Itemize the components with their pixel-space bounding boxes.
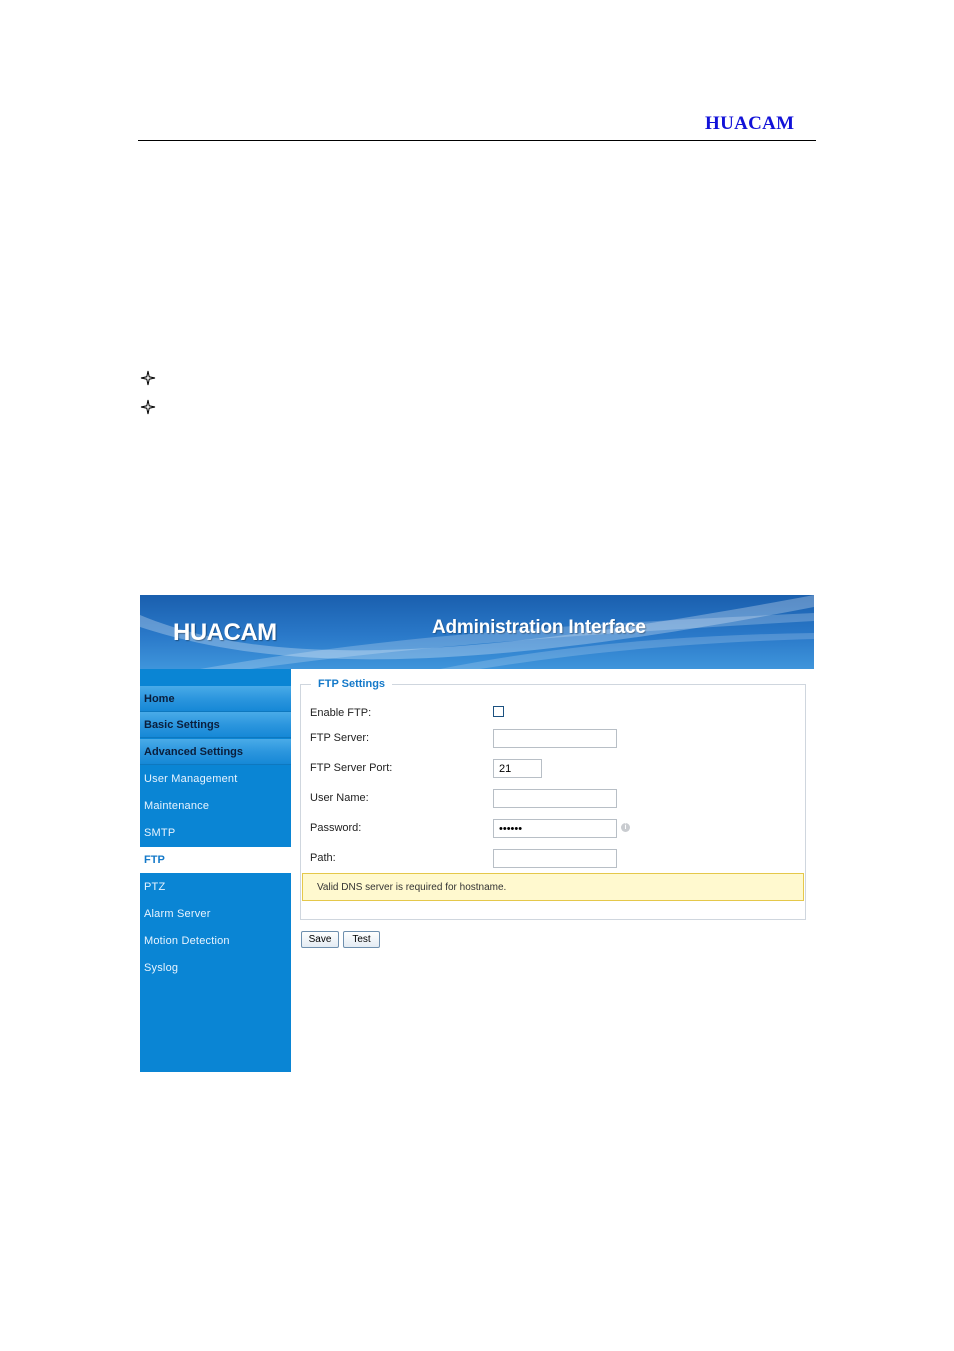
ftp-server-port-input[interactable] xyxy=(493,759,542,778)
enable-ftp-label: Enable FTP: xyxy=(310,707,372,719)
sidebar: Home Basic Settings Advanced Settings Us… xyxy=(140,669,291,1072)
row-user-name: User Name: xyxy=(310,789,800,809)
ftp-server-port-label: FTP Server Port: xyxy=(310,762,393,774)
sidebar-item-motion-detection[interactable]: Motion Detection xyxy=(140,928,291,954)
sidebar-item-basic-settings[interactable]: Basic Settings xyxy=(140,712,291,738)
banner: HUACAM Administration Interface xyxy=(140,595,814,669)
fieldset-legend: FTP Settings xyxy=(311,678,393,690)
main-content: FTP Settings Enable FTP: FTP Server: FTP… xyxy=(291,669,814,1072)
page-brand: HUACAM xyxy=(705,113,795,134)
sidebar-item-alarm-server[interactable]: Alarm Server xyxy=(140,901,291,927)
info-icon: i xyxy=(621,823,630,832)
sidebar-item-user-management[interactable]: User Management xyxy=(140,766,291,792)
save-button[interactable]: Save xyxy=(301,931,339,948)
user-name-input[interactable] xyxy=(493,789,617,808)
sidebar-item-ptz[interactable]: PTZ xyxy=(140,874,291,900)
test-button[interactable]: Test xyxy=(343,931,380,948)
sidebar-item-ftp[interactable]: FTP xyxy=(140,847,291,873)
row-path: Path: xyxy=(310,849,800,869)
password-input[interactable] xyxy=(493,819,617,838)
header-rule xyxy=(138,140,816,141)
ftp-server-input[interactable] xyxy=(493,729,617,748)
banner-title: Administration Interface xyxy=(432,617,646,638)
banner-logo: HUACAM xyxy=(173,619,277,646)
path-input[interactable] xyxy=(493,849,617,868)
bullet-icon xyxy=(140,370,156,386)
ftp-settings-fieldset: FTP Settings Enable FTP: FTP Server: FTP… xyxy=(300,678,806,920)
path-label: Path: xyxy=(310,852,336,864)
bullet-icon xyxy=(140,399,156,415)
dns-notice: Valid DNS server is required for hostnam… xyxy=(302,873,804,901)
ftp-server-label: FTP Server: xyxy=(310,732,370,744)
enable-ftp-checkbox[interactable] xyxy=(493,706,504,717)
password-label: Password: xyxy=(310,822,362,834)
user-name-label: User Name: xyxy=(310,792,369,804)
ftp-settings-screenshot: HUACAM Administration Interface Home Bas… xyxy=(140,595,814,1072)
row-enable-ftp: Enable FTP: xyxy=(310,704,800,724)
sidebar-item-syslog[interactable]: Syslog xyxy=(140,955,291,981)
sidebar-item-maintenance[interactable]: Maintenance xyxy=(140,793,291,819)
row-ftp-server: FTP Server: xyxy=(310,729,800,749)
sidebar-item-smtp[interactable]: SMTP xyxy=(140,820,291,846)
sidebar-item-advanced-settings[interactable]: Advanced Settings xyxy=(140,739,291,765)
sidebar-item-home[interactable]: Home xyxy=(140,686,291,712)
row-ftp-server-port: FTP Server Port: xyxy=(310,759,800,779)
row-password: Password: i xyxy=(310,819,800,839)
